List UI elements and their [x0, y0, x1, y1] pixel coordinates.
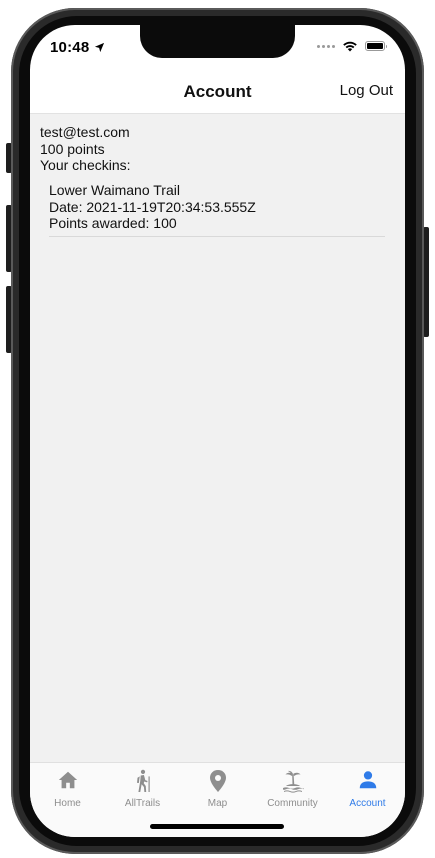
tab-map[interactable]: Map [180, 763, 255, 813]
tab-community-label: Community [267, 798, 318, 809]
tab-account[interactable]: Account [330, 763, 405, 813]
tab-home[interactable]: Home [30, 763, 105, 813]
map-pin-icon [209, 770, 226, 792]
account-content: test@test.com 100 points Your checkins: … [30, 114, 405, 762]
status-time: 10:48 [50, 39, 105, 56]
cellular-signal-icon [317, 44, 335, 48]
checkin-date: Date: 2021-11-19T20:34:53.555Z [49, 198, 256, 215]
screen: 10:48 Account Log Out test@test.com 100 … [30, 25, 405, 837]
logout-button[interactable]: Log Out [340, 82, 393, 99]
person-icon [359, 771, 376, 789]
account-info: test@test.com 100 points Your checkins: [40, 124, 131, 174]
home-icon [58, 771, 77, 789]
notch [140, 25, 295, 58]
island-icon [282, 770, 304, 793]
checkins-heading: Your checkins: [40, 157, 131, 173]
tab-alltrails-label: AllTrails [124, 798, 161, 809]
home-indicator[interactable] [150, 824, 284, 829]
tab-alltrails[interactable]: AllTrails [105, 763, 180, 813]
user-points: 100 points [40, 140, 105, 157]
checkin-points: Points awarded: 100 [49, 215, 177, 231]
tab-community[interactable]: Community [255, 763, 330, 813]
checkin-item: Lower Waimano Trail Date: 2021-11-19T20:… [49, 182, 385, 237]
user-email: test@test.com [40, 124, 130, 140]
nav-header: Account Log Out [30, 69, 405, 114]
tab-map-label: Map [207, 798, 228, 809]
hiker-icon [136, 769, 150, 792]
wifi-icon [343, 41, 357, 52]
battery-icon [365, 41, 387, 51]
status-time-text: 10:48 [50, 39, 90, 56]
tab-home-label: Home [54, 798, 81, 809]
checkin-trail-name: Lower Waimano Trail [49, 182, 180, 198]
status-indicators [317, 40, 387, 52]
tab-account-label: Account [349, 798, 386, 809]
location-arrow-icon [95, 42, 105, 53]
